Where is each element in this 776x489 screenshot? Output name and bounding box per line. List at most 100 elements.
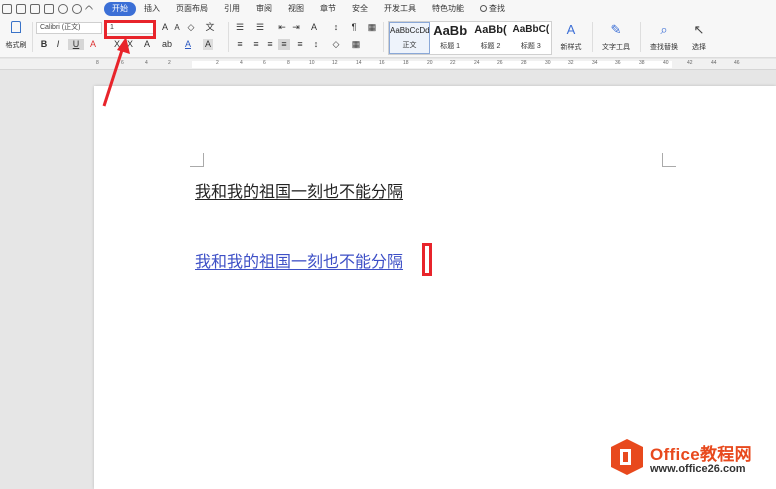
ruler-tick: 4 [145, 60, 148, 66]
ruler-tick: 46 [734, 60, 740, 66]
separator [228, 22, 229, 52]
undo-icon[interactable] [58, 4, 68, 14]
strikethrough-icon[interactable]: X [112, 39, 122, 50]
font-color-icon[interactable]: A [183, 39, 193, 50]
search-icon [480, 5, 487, 12]
highlight-icon[interactable]: ab [160, 39, 174, 50]
new-style-label: 新样式 [560, 44, 582, 51]
ruler-tick: 36 [615, 60, 621, 66]
bold-button[interactable]: B [39, 39, 49, 50]
justify-icon[interactable]: ≡ [278, 39, 290, 50]
style-heading-3[interactable]: AaBbC( 标题 3 [511, 22, 551, 54]
select-label: 选择 [692, 44, 706, 51]
decrease-font-icon[interactable]: A [172, 22, 182, 33]
underline-button[interactable]: U [68, 39, 84, 50]
magnifier-icon: ⌕ [660, 22, 668, 37]
align-right-icon[interactable]: ≡ [264, 39, 276, 50]
tab-page-layout[interactable]: 页面布局 [168, 2, 216, 16]
font-name-select[interactable]: Calibri (正文) [36, 22, 102, 34]
print-icon[interactable] [30, 4, 40, 14]
tab-insert[interactable]: 插入 [136, 2, 168, 16]
bullet-list-icon[interactable]: ☰ [234, 22, 246, 33]
style-heading-1[interactable]: AaBb 标题 1 [430, 22, 470, 54]
watermark-url: www.office26.com [650, 462, 746, 475]
distribute-icon[interactable]: ≡ [294, 39, 306, 50]
line-spacing-icon[interactable]: ↕ [310, 39, 322, 50]
menu-bar: 开始 插入 页面布局 引用 审阅 视图 章节 安全 开发工具 特色功能 查找 [0, 0, 776, 18]
style-name: 正文 [402, 42, 417, 49]
format-painter-label: 格式刷 [5, 42, 27, 49]
align-center-icon[interactable]: ≡ [250, 39, 262, 50]
ruler-tick: 42 [687, 60, 693, 66]
tab-home[interactable]: 开始 [104, 2, 136, 16]
ruler-tick: 44 [711, 60, 717, 66]
brush-icon [11, 21, 21, 33]
borders-icon[interactable]: ▦ [350, 39, 362, 50]
document-page[interactable]: 我和我的祖国一刻也不能分隔 我和我的祖国一刻也不能分隔 [94, 86, 776, 489]
style-name: 标题 1 [440, 43, 461, 50]
document-line-1[interactable]: 我和我的祖国一刻也不能分隔 [195, 178, 403, 202]
phonetic-icon[interactable]: 文 [203, 22, 217, 33]
ruler-tick: 2 [216, 60, 219, 66]
ruler-tick: 18 [403, 60, 409, 66]
style-sample: AaBb( [474, 24, 507, 36]
separator [640, 22, 641, 52]
shading-icon[interactable]: ◇ [330, 39, 342, 50]
select-button[interactable]: ↖ 选择 [686, 22, 712, 52]
print-preview-icon[interactable] [44, 4, 54, 14]
search-tab[interactable]: 查找 [472, 2, 513, 16]
clear-format-icon[interactable]: ◇ [186, 22, 196, 33]
increase-indent-icon[interactable]: ⇥ [290, 22, 302, 33]
ruler-tick: 4 [240, 60, 243, 66]
horizontal-ruler[interactable]: 8 6 4 2 2 4 6 8 10 12 14 16 18 20 22 24 … [0, 59, 776, 70]
style-heading-2[interactable]: AaBb( 标题 2 [470, 22, 510, 54]
file-icon[interactable] [2, 4, 12, 14]
wrench-icon: ✎ [610, 22, 622, 37]
italic-button[interactable]: I [53, 39, 63, 50]
separator [592, 22, 593, 52]
repeat-icon[interactable] [72, 4, 82, 14]
document-line-2[interactable]: 我和我的祖国一刻也不能分隔 [195, 248, 403, 272]
text-effect-icon[interactable]: A [141, 39, 153, 50]
style-gallery: AaBbCcDd 正文 AaBb 标题 1 AaBb( 标题 2 AaBbC( … [388, 21, 552, 55]
redo-icon[interactable] [16, 4, 26, 14]
separator [32, 22, 33, 52]
style-name: 标题 2 [480, 43, 501, 50]
cursor-arrow-icon: ↖ [693, 22, 705, 37]
new-style-icon: A [566, 22, 576, 37]
style-name: 标题 3 [520, 43, 541, 50]
watermark-text: Office教程网 www.office26.com [650, 440, 752, 475]
text-tools-label: 文字工具 [602, 44, 630, 51]
tab-review[interactable]: 审阅 [248, 2, 280, 16]
ribbon-tabs: 开始 插入 页面布局 引用 审阅 视图 章节 安全 开发工具 特色功能 查找 [104, 2, 513, 16]
find-replace-button[interactable]: ⌕ 查找替换 [646, 22, 682, 52]
new-style-button[interactable]: A 新样式 [556, 22, 586, 52]
chevron-down-icon[interactable] [84, 4, 94, 14]
table-border-icon[interactable]: ▦ [366, 22, 378, 33]
search-label: 查找 [489, 4, 505, 13]
ruler-tick: 20 [427, 60, 433, 66]
tab-chapter[interactable]: 章节 [312, 2, 344, 16]
tab-features[interactable]: 特色功能 [424, 2, 472, 16]
sort-icon[interactable]: ↕ [330, 22, 342, 33]
chinese-layout-icon[interactable]: A [308, 22, 320, 33]
tab-security[interactable]: 安全 [344, 2, 376, 16]
ruler-tick: 8 [287, 60, 290, 66]
ruler-tick: 32 [568, 60, 574, 66]
char-shading-icon[interactable]: A [203, 39, 213, 50]
show-marks-icon[interactable]: ¶ [348, 22, 360, 33]
ruler-tick: 2 [168, 60, 171, 66]
tab-developer[interactable]: 开发工具 [376, 2, 424, 16]
text-tools-button[interactable]: ✎ 文字工具 [598, 22, 634, 52]
subscript-icon[interactable]: X [125, 39, 135, 50]
format-painter-button[interactable]: 格式刷 [4, 21, 28, 50]
style-normal[interactable]: AaBbCcDd 正文 [389, 22, 430, 54]
tab-references[interactable]: 引用 [216, 2, 248, 16]
tab-view[interactable]: 视图 [280, 2, 312, 16]
increase-font-icon[interactable]: A [160, 22, 170, 33]
font-color-a-icon[interactable]: A [88, 39, 98, 50]
numbered-list-icon[interactable]: ☰ [254, 22, 266, 33]
decrease-indent-icon[interactable]: ⇤ [276, 22, 288, 33]
align-left-icon[interactable]: ≡ [234, 39, 246, 50]
ruler-tick: 34 [592, 60, 598, 66]
